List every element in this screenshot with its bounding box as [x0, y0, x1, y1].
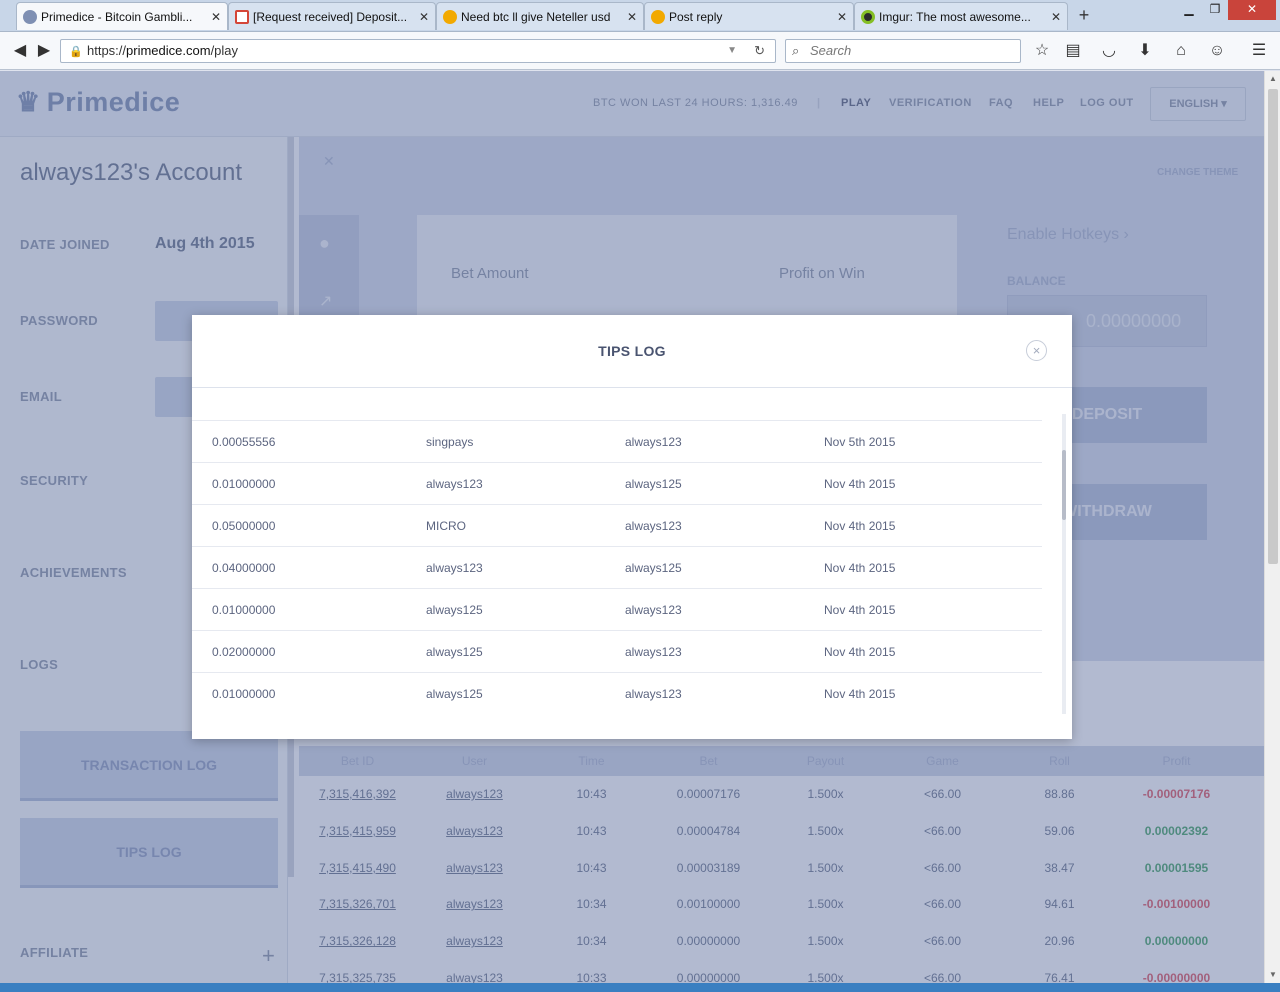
home-icon[interactable]: ⌂	[1169, 39, 1193, 63]
close-icon[interactable]: ✕	[1051, 3, 1061, 30]
tips-log-list: 0.00055556 singpays always123 Nov 5th 2015 0…	[192, 414, 1042, 714]
tip-date: Nov 4th 2015	[824, 687, 896, 701]
tip-from: always125	[426, 603, 483, 617]
scroll-thumb[interactable]	[1268, 89, 1278, 564]
tip-date: Nov 4th 2015	[824, 603, 896, 617]
tab-forum-neteller[interactable]: Need btc ll give Neteller usd ✕	[436, 2, 644, 30]
modal-scroll-thumb[interactable]	[1062, 450, 1066, 520]
tip-from: always123	[426, 561, 483, 575]
tip-from: always123	[426, 477, 483, 491]
search-input[interactable]: ⌕ Search	[785, 39, 1021, 63]
tip-from: always125	[426, 687, 483, 701]
tips-rows: 0.00055556 singpays always123 Nov 5th 2015 0…	[192, 420, 1042, 714]
browser-tab-bar: Primedice - Bitcoin Gambli... ✕ [Request…	[0, 0, 1280, 32]
url-domain: primedice.com	[126, 43, 211, 58]
reload-icon[interactable]: ↻	[754, 40, 765, 62]
search-icon: ⌕	[792, 43, 800, 58]
url-path: /play	[210, 43, 239, 58]
url-prefix: https://	[87, 43, 127, 58]
tip-amount: 0.02000000	[212, 645, 276, 659]
tab-title: Need btc ll give Neteller usd	[461, 10, 611, 24]
tab-post-reply[interactable]: Post reply ✕	[644, 2, 854, 30]
tab-title: Post reply	[669, 10, 723, 24]
tip-from: singpays	[426, 435, 474, 449]
lock-icon: 🔒	[69, 46, 83, 58]
tip-date: Nov 4th 2015	[824, 561, 896, 575]
new-tab-button[interactable]: +	[1073, 4, 1095, 26]
imgur-icon	[861, 10, 875, 24]
tip-amount: 0.01000000	[212, 687, 276, 701]
windows-taskbar	[0, 983, 1280, 992]
tab-title: [Request received] Deposit...	[253, 10, 408, 24]
pocket-icon[interactable]: ◡	[1097, 39, 1121, 63]
minimize-button[interactable]: ▁	[1176, 0, 1202, 20]
tip-to: always125	[625, 561, 682, 575]
modal-header: TIPS LOG ×	[192, 315, 1072, 388]
tab-title: Imgur: The most awesome...	[879, 10, 1031, 24]
close-icon[interactable]: ×	[1026, 340, 1047, 361]
tip-to: always123	[625, 435, 682, 449]
reading-list-icon[interactable]: ▤	[1061, 39, 1085, 63]
window-close-button[interactable]: ✕	[1228, 0, 1276, 20]
forward-button[interactable]: ▶	[32, 37, 56, 65]
tip-to: always123	[625, 645, 682, 659]
tip-row: 0.01000000 always125 always123 Nov 4th 2015	[192, 672, 1042, 714]
tip-from: MICRO	[426, 519, 466, 533]
tip-date: Nov 4th 2015	[824, 477, 896, 491]
tip-row: 0.04000000 always123 always125 Nov 4th 2015	[192, 546, 1042, 588]
tip-row: 0.01000000 always123 always125 Nov 4th 2015	[192, 462, 1042, 504]
close-icon[interactable]: ✕	[419, 3, 429, 30]
chat-icon[interactable]: ☺	[1205, 39, 1229, 63]
tip-date: Nov 4th 2015	[824, 645, 896, 659]
tip-row: 0.02000000 always125 always123 Nov 4th 2015	[192, 630, 1042, 672]
primedice-crown-icon	[23, 10, 37, 24]
close-icon[interactable]: ✕	[211, 3, 221, 30]
tip-amount: 0.04000000	[212, 561, 276, 575]
tab-imgur[interactable]: Imgur: The most awesome... ✕	[854, 2, 1068, 30]
tip-from: always125	[426, 645, 483, 659]
url-bar[interactable]: 🔒 https://primedice.com/play ▼ ↻	[60, 39, 776, 63]
download-icon[interactable]: ⬇	[1133, 39, 1157, 63]
tip-to: always125	[625, 477, 682, 491]
browser-nav-bar: ◀ ▶ 🔒 https://primedice.com/play ▼ ↻ ⌕ S…	[0, 32, 1280, 70]
page-scrollbar[interactable]: ▲ ▼	[1264, 71, 1280, 983]
gmail-icon	[235, 10, 249, 24]
bookmark-star-icon[interactable]: ☆	[1030, 39, 1054, 63]
tip-to: always123	[625, 687, 682, 701]
close-icon[interactable]: ✕	[627, 3, 637, 30]
tab-gmail[interactable]: [Request received] Deposit... ✕	[228, 2, 436, 30]
tips-log-modal: TIPS LOG × 0.00055556 singpays always123 No…	[192, 315, 1072, 739]
menu-icon[interactable]: ☰	[1247, 39, 1271, 63]
maximize-button[interactable]: ❐	[1202, 0, 1228, 20]
tip-to: always123	[625, 603, 682, 617]
modal-scrollbar[interactable]	[1062, 414, 1066, 714]
bitcoin-forum-icon	[651, 10, 665, 24]
modal-title: TIPS LOG	[598, 343, 666, 359]
tip-amount: 0.05000000	[212, 519, 276, 533]
tip-amount: 0.00055556	[212, 435, 276, 449]
tip-to: always123	[625, 519, 682, 533]
tip-date: Nov 4th 2015	[824, 519, 896, 533]
tip-row: 0.00055556 singpays always123 Nov 5th 2015	[192, 420, 1042, 462]
tab-primedice[interactable]: Primedice - Bitcoin Gambli... ✕	[16, 2, 228, 30]
tip-row: 0.05000000 MICRO always123 Nov 4th 2015	[192, 504, 1042, 546]
tip-amount: 0.01000000	[212, 477, 276, 491]
tip-row: 0.01000000 always125 always123 Nov 4th 2015	[192, 588, 1042, 630]
scroll-up-icon[interactable]: ▲	[1265, 71, 1280, 87]
tip-date: Nov 5th 2015	[824, 435, 896, 449]
tab-title: Primedice - Bitcoin Gambli...	[41, 10, 193, 24]
back-button[interactable]: ◀	[6, 37, 34, 65]
close-icon[interactable]: ✕	[837, 3, 847, 30]
tip-amount: 0.01000000	[212, 603, 276, 617]
url-dropdown-icon[interactable]: ▼	[727, 40, 737, 62]
scroll-down-icon[interactable]: ▼	[1265, 967, 1280, 983]
bitcoin-forum-icon	[443, 10, 457, 24]
search-placeholder: Search	[810, 43, 852, 58]
